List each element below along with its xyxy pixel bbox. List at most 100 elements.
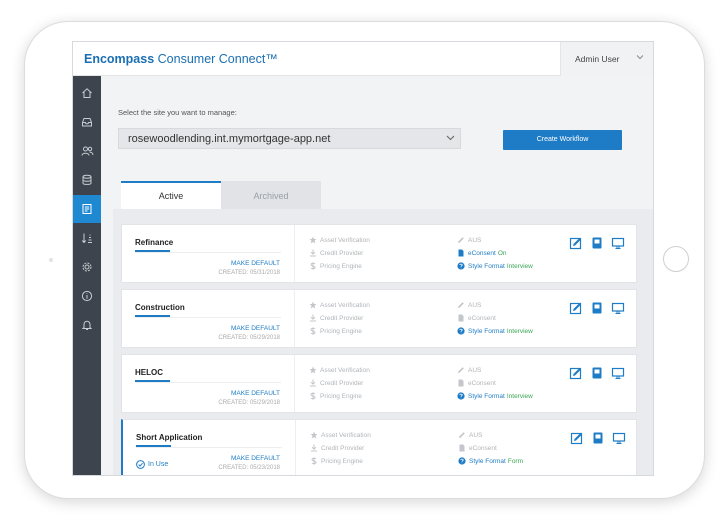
make-default-link[interactable]: MAKE DEFAULT xyxy=(231,390,280,397)
service-label: Style Format xyxy=(468,392,505,400)
dollar-icon xyxy=(309,262,316,270)
make-default-link[interactable]: MAKE DEFAULT xyxy=(231,455,280,462)
workflow-title: Short Application xyxy=(136,433,203,442)
service-asset-verification: Asset Verification xyxy=(308,431,371,439)
preview-icon[interactable] xyxy=(611,301,625,315)
service-label: eConsent xyxy=(469,444,497,452)
brand-name: Encompass xyxy=(84,52,155,66)
dollar-icon xyxy=(309,392,316,400)
service-econsent: eConsent xyxy=(456,444,497,452)
home-icon xyxy=(82,88,92,98)
sidebar-item-info[interactable] xyxy=(73,282,101,310)
user-menu[interactable]: Admin User xyxy=(560,42,653,76)
service-label: AUS xyxy=(468,236,482,244)
column-divider xyxy=(294,225,295,282)
card-divider xyxy=(135,317,281,318)
make-default-link[interactable]: MAKE DEFAULT xyxy=(231,325,280,332)
help-circle-icon xyxy=(456,327,465,335)
make-default-link[interactable]: MAKE DEFAULT xyxy=(231,260,280,267)
style-format-value: Interview xyxy=(506,392,533,400)
download-icon xyxy=(309,379,316,387)
check-star-icon xyxy=(309,236,316,244)
user-name: Admin User xyxy=(575,54,620,64)
service-asset-verification: Asset Verification xyxy=(307,236,370,244)
users-icon xyxy=(81,146,93,156)
check-star-icon xyxy=(310,431,317,439)
created-date: CREATED: 05/29/2018 xyxy=(218,335,280,341)
pencil-icon xyxy=(458,432,465,438)
edit-icon[interactable] xyxy=(570,431,584,445)
service-label: Asset Verification xyxy=(321,431,371,439)
chevron-down-icon xyxy=(636,55,644,60)
site-dropdown-value: rosewoodlending.int.mymortgage-app.net xyxy=(128,133,331,145)
style-format-value: Form xyxy=(507,457,524,465)
sidebar-item-workflows[interactable] xyxy=(73,195,101,223)
service-style-format: Style Format Form xyxy=(456,457,523,465)
preview-icon[interactable] xyxy=(611,236,625,250)
document-icon xyxy=(458,314,463,322)
service-label: Credit Provider xyxy=(320,249,364,257)
column-divider xyxy=(295,420,296,475)
in-use-indicator: In Use xyxy=(136,460,168,469)
service-pricing-engine: Pricing Engine xyxy=(307,392,362,400)
sidebar-item-database[interactable] xyxy=(73,166,101,194)
document-icon xyxy=(458,249,463,257)
settings-cog-icon xyxy=(82,262,92,272)
preview-icon[interactable] xyxy=(612,431,626,445)
site-dropdown[interactable]: rosewoodlending.int.mymortgage-app.net xyxy=(118,128,461,149)
service-label: Pricing Engine xyxy=(320,327,362,335)
workflow-title: Construction xyxy=(135,303,185,312)
tab-archived[interactable]: Archived xyxy=(221,181,321,209)
service-label: AUS xyxy=(468,366,482,374)
edit-icon[interactable] xyxy=(569,236,583,250)
column-divider xyxy=(294,355,295,412)
sidebar xyxy=(73,76,101,475)
sidebar-item-home[interactable] xyxy=(73,79,101,107)
service-style-format: Style Format Interview xyxy=(455,262,533,270)
archive-icon[interactable] xyxy=(591,431,605,445)
brand-product: Consumer Connect™ xyxy=(154,52,278,66)
service-label: eConsent xyxy=(468,314,496,322)
sidebar-item-settings[interactable] xyxy=(73,253,101,281)
service-econsent: eConsent xyxy=(455,379,496,387)
workflow-card[interactable]: HELOC MAKE DEFAULT CREATED: 05/29/2018 Asse… xyxy=(121,354,637,413)
sidebar-item-notifications[interactable] xyxy=(73,311,101,339)
service-label: Style Format xyxy=(468,262,505,270)
service-asset-verification: Asset Verification xyxy=(307,301,370,309)
help-circle-icon xyxy=(456,262,465,270)
chevron-down-icon xyxy=(446,135,455,141)
tab-active[interactable]: Active xyxy=(121,181,221,209)
created-date: CREATED: 05/29/2018 xyxy=(218,400,280,406)
pencil-icon xyxy=(457,367,464,373)
sidebar-item-users[interactable] xyxy=(73,137,101,165)
created-date: CREATED: 05/23/2018 xyxy=(218,465,280,471)
preview-icon[interactable] xyxy=(611,366,625,380)
sidebar-item-inbox[interactable] xyxy=(73,108,101,136)
archive-icon[interactable] xyxy=(590,236,604,250)
service-label: Style Format xyxy=(468,327,505,335)
check-star-icon xyxy=(309,366,316,374)
service-credit-provider: Credit Provider xyxy=(307,249,363,257)
service-label: eConsent xyxy=(468,249,496,257)
service-aus: AUS xyxy=(456,431,482,439)
archive-icon[interactable] xyxy=(590,301,604,315)
app-screen: Encompass Consumer Connect™ Admin User S… xyxy=(72,41,654,476)
top-bar: Encompass Consumer Connect™ Admin User xyxy=(73,42,653,76)
check-circle-icon xyxy=(136,460,145,469)
sidebar-item-sort[interactable] xyxy=(73,224,101,252)
create-workflow-button[interactable]: Create Workflow xyxy=(503,130,622,150)
edit-icon[interactable] xyxy=(569,366,583,380)
workflow-card[interactable]: Construction MAKE DEFAULT CREATED: 05/29/2… xyxy=(121,289,637,348)
workflow-title: HELOC xyxy=(135,368,163,377)
edit-icon[interactable] xyxy=(569,301,583,315)
brand-title: Encompass Consumer Connect™ xyxy=(84,52,278,66)
service-label: Credit Provider xyxy=(321,444,365,452)
created-date: CREATED: 05/31/2018 xyxy=(218,270,280,276)
workflow-card[interactable]: Refinance MAKE DEFAULT CREATED: 05/31/2018… xyxy=(121,224,637,283)
workflow-title: Refinance xyxy=(135,238,174,247)
workflow-card[interactable]: Short Application In Use MAKE DEFAULT CREAT… xyxy=(121,419,637,475)
service-credit-provider: Credit Provider xyxy=(307,379,363,387)
archive-icon[interactable] xyxy=(590,366,604,380)
check-star-icon xyxy=(309,301,316,309)
service-label: Credit Provider xyxy=(320,379,364,387)
